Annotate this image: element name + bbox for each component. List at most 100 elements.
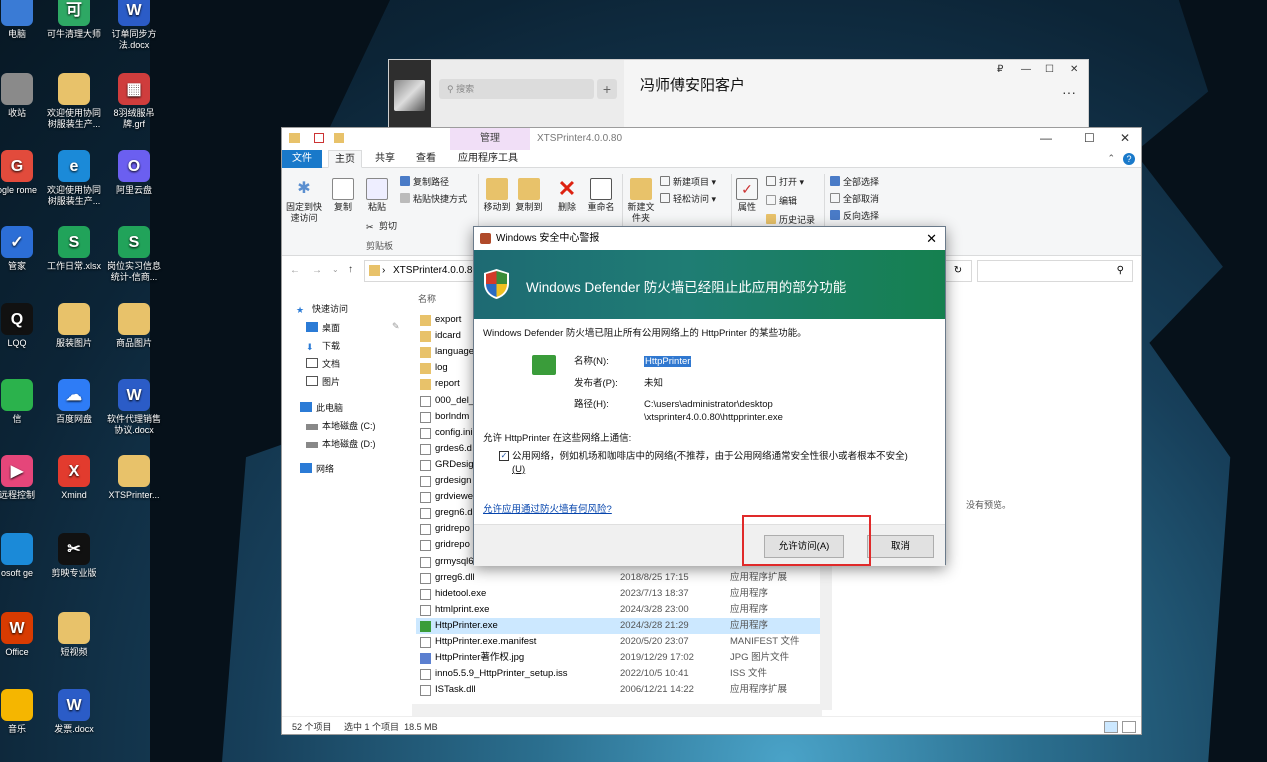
cancel-button[interactable]: 取消 xyxy=(867,535,934,558)
help-icon[interactable]: ? xyxy=(1123,153,1135,165)
desktop-icon[interactable]: W Office xyxy=(0,612,48,658)
desktop-icon[interactable]: 可可牛清理大师 xyxy=(43,0,105,40)
desktop-icon[interactable]: S 工作日常.xlsx xyxy=(43,226,105,272)
nav-drive-c[interactable]: 本地磁盘 (C:) xyxy=(306,419,376,432)
file-row[interactable]: HttpPrinter著作权.jpg 2019/12/29 17:02 JPG 图片… xyxy=(416,650,822,666)
desktop-icon[interactable]: O 阿里云盘 xyxy=(103,150,165,196)
up-arrow-icon[interactable]: ↑ xyxy=(348,264,353,275)
tab-file[interactable]: 文件 xyxy=(282,150,322,168)
properties-icon[interactable] xyxy=(314,133,324,143)
new-folder-button[interactable]: 新建文件夹 xyxy=(626,178,656,224)
nav-network[interactable]: 网络 xyxy=(300,462,334,475)
desktop-icon[interactable]: ▦ 8羽绒服吊牌.grf xyxy=(103,73,165,130)
desktop-icon[interactable]: Q LQQ xyxy=(0,303,48,349)
refresh-button[interactable]: ↻ xyxy=(944,260,972,282)
file-row[interactable]: hidetool.exe 2023/7/13 18:37 应用程序 xyxy=(416,586,822,602)
desktop-icon-label: 信 xyxy=(12,414,22,424)
horizontal-scrollbar[interactable] xyxy=(412,704,822,716)
open-button[interactable]: 打开 ▾ xyxy=(766,176,804,188)
desktop-icon[interactable]: 电脑 xyxy=(0,0,48,40)
delete-button[interactable]: ✕ 删除 xyxy=(554,178,580,213)
cut-button[interactable]: ✂ 剪切 xyxy=(366,220,397,232)
tab-share[interactable]: 共享 xyxy=(368,150,402,168)
easy-access-button[interactable]: 轻松访问 ▾ xyxy=(660,193,716,205)
desktop-icon[interactable]: osoft ge xyxy=(0,533,48,579)
nav-desktop[interactable]: 桌面 ✎ xyxy=(306,321,400,334)
nav-pictures[interactable]: 图片 xyxy=(306,375,340,388)
close-button[interactable]: ✕ xyxy=(1070,64,1078,75)
rename-button[interactable]: 重命名 xyxy=(584,178,618,213)
desktop-icon[interactable]: 服装图片 xyxy=(43,303,105,349)
file-row[interactable]: ISTask.dll 2006/12/21 14:22 应用程序扩展 xyxy=(416,682,822,698)
move-to-button[interactable]: 移动到 xyxy=(482,178,512,213)
nav-this-pc[interactable]: 此电脑 xyxy=(300,401,343,414)
file-row[interactable]: inno5.5.9_HttpPrinter_setup.iss 2022/10/5… xyxy=(416,666,822,682)
search-input[interactable]: ⚲ xyxy=(977,260,1133,282)
maximize-button[interactable]: ☐ xyxy=(1045,64,1054,75)
copy-button[interactable]: 复制 xyxy=(328,178,358,213)
desktop-icon[interactable]: 收站 xyxy=(0,73,48,119)
desktop-icon[interactable]: W 订单同步方法.docx xyxy=(103,0,165,51)
file-row[interactable]: HttpPrinter.exe.manifest 2020/5/20 23:07 M… xyxy=(416,634,822,650)
desktop-icon[interactable]: 商品图片 xyxy=(103,303,165,349)
desktop-icon[interactable]: 欢迎使用协同树服装生产... xyxy=(43,73,105,130)
pin-icon[interactable]: ₽ xyxy=(997,64,1003,75)
desktop-icon[interactable]: S 岗位实习信息统计-信商... xyxy=(103,226,165,283)
collapse-ribbon-icon[interactable]: ⌃ xyxy=(1107,153,1115,164)
minimize-button[interactable]: — xyxy=(1021,64,1031,75)
history-button[interactable]: 历史记录 xyxy=(766,214,815,226)
desktop-icon[interactable]: 信 xyxy=(0,379,48,425)
desktop-icon[interactable]: W 软件代理销售协议.docx xyxy=(103,379,165,436)
tab-app-tools[interactable]: 应用程序工具 xyxy=(452,150,524,168)
desktop-icon[interactable]: X Xmind xyxy=(43,455,105,501)
copy-to-button[interactable]: 复制到 xyxy=(514,178,544,213)
tiles-view-button[interactable] xyxy=(1122,721,1136,733)
desktop-icon[interactable]: XTSPrinter... xyxy=(103,455,165,501)
close-button[interactable]: ✕ xyxy=(1120,131,1130,145)
pin-quick-access-button[interactable]: ✱ 固定到快速访问 xyxy=(286,178,322,224)
chevron-down-icon[interactable]: ⌄ xyxy=(332,265,339,274)
tab-view[interactable]: 查看 xyxy=(409,150,443,168)
desktop-icon[interactable]: 音乐 xyxy=(0,689,48,735)
desktop-icon[interactable]: Gogle rome xyxy=(0,150,48,196)
file-row[interactable]: htmlprint.exe 2024/3/28 23:00 应用程序 xyxy=(416,602,822,618)
add-chat-button[interactable]: + xyxy=(597,79,617,99)
more-icon[interactable]: ··· xyxy=(1062,84,1076,100)
firewall-risk-link[interactable]: 允许应用通过防火墙有何风险? xyxy=(483,503,612,516)
copy-path-button[interactable]: 复制路径 xyxy=(400,176,449,188)
paste-button[interactable]: 粘贴 xyxy=(362,178,392,213)
details-view-button[interactable] xyxy=(1104,721,1118,733)
tab-home[interactable]: 主页 xyxy=(328,150,362,168)
close-button[interactable]: ✕ xyxy=(926,227,937,250)
new-item-button[interactable]: 新建项目 ▾ xyxy=(660,176,716,188)
column-header-name[interactable]: 名称 xyxy=(418,292,436,305)
nav-downloads[interactable]: ⬇ 下载 xyxy=(306,339,340,352)
file-row[interactable]: HttpPrinter.exe 2024/3/28 21:29 应用程序 xyxy=(416,617,822,634)
search-input[interactable]: ⚲ 搜索 xyxy=(439,79,594,99)
desktop-icon[interactable]: ✂ 剪映专业版 xyxy=(43,533,105,579)
desktop-icon[interactable]: 短视频 xyxy=(43,612,105,658)
desktop-icon[interactable]: W 发票.docx xyxy=(43,689,105,735)
desktop-icon[interactable]: e 欢迎使用协同树服装生产... xyxy=(43,150,105,207)
forward-arrow-icon[interactable]: → xyxy=(312,265,322,276)
paste-shortcut-button[interactable]: 粘贴快捷方式 xyxy=(400,193,467,205)
public-network-checkbox[interactable]: ✓ xyxy=(499,451,509,461)
nav-drive-d[interactable]: 本地磁盘 (D:) xyxy=(306,437,376,450)
back-arrow-icon[interactable]: ← xyxy=(290,265,300,276)
minimize-button[interactable]: — xyxy=(1040,131,1052,145)
select-none-button[interactable]: 全部取消 xyxy=(830,193,879,205)
desktop-icon[interactable]: ☁ 百度网盘 xyxy=(43,379,105,425)
new-folder-icon[interactable] xyxy=(334,133,344,143)
desktop-icon[interactable]: ▶ 远程控制 xyxy=(0,455,48,501)
properties-button[interactable]: ✓ 属性 xyxy=(734,178,760,213)
file-row[interactable]: grreg6.dll 2018/8/25 17:15 应用程序扩展 xyxy=(416,570,822,586)
tab-manage[interactable]: 管理 xyxy=(450,128,530,150)
nav-quick-access[interactable]: ★ 快速访问 xyxy=(296,302,348,315)
maximize-button[interactable]: ☐ xyxy=(1084,131,1095,145)
invert-selection-button[interactable]: 反向选择 xyxy=(830,210,879,222)
nav-documents[interactable]: 文档 xyxy=(306,357,340,370)
select-all-button[interactable]: 全部选择 xyxy=(830,176,879,188)
edit-button[interactable]: 编辑 xyxy=(766,195,797,207)
desktop-icon[interactable]: ✓ 管家 xyxy=(0,226,48,272)
avatar[interactable] xyxy=(394,80,425,111)
